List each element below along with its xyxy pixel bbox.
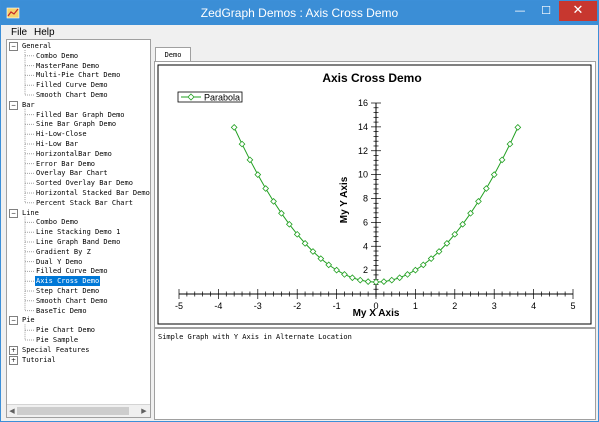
x-tick-label: 2 [452, 301, 457, 311]
tree-expander-icon[interactable]: + [9, 355, 18, 365]
x-tick-label: -4 [214, 301, 222, 311]
tree-item[interactable]: Percent Stack Bar Chart [35, 198, 134, 208]
y-tick-label: 8 [363, 194, 368, 204]
tree-item[interactable]: Line Graph Band Demo [35, 237, 121, 247]
tree-item[interactable]: HorizontalBar Demo [35, 149, 113, 159]
minimize-button[interactable]: — [507, 1, 533, 21]
tree-expander-icon[interactable]: − [9, 208, 18, 218]
y-tick-label: 16 [358, 98, 368, 108]
tree-category[interactable]: Line [21, 208, 40, 218]
y-tick-label: 10 [358, 170, 368, 180]
x-tick-label: 1 [413, 301, 418, 311]
tree-item[interactable]: Pie Chart Demo [35, 325, 96, 335]
tree-item[interactable]: MasterPane Demo [35, 61, 100, 71]
tree-item[interactable]: Gradient By Z [35, 247, 92, 257]
description-panel: Simple Graph with Y Axis in Alternate Lo… [154, 328, 596, 420]
tree-item[interactable]: Error Bar Demo [35, 159, 96, 169]
tree-item[interactable]: Overlay Bar Chart [35, 168, 109, 178]
tree-category[interactable]: Pie [21, 315, 36, 325]
tree-category[interactable]: Special Features [21, 345, 90, 355]
y-tick-label: 12 [358, 146, 368, 156]
tree-horizontal-scrollbar[interactable]: ◀ ▶ [7, 404, 150, 417]
tree-expander-icon[interactable]: − [9, 100, 18, 110]
tree-category[interactable]: Tutorial [21, 355, 57, 365]
tree-item[interactable]: Smooth Chart Demo [35, 296, 109, 306]
demo-tree[interactable]: ◀ ▶ − General Combo Demo MasterPane Demo Mul… [6, 39, 151, 418]
chart-border [157, 64, 592, 325]
x-axis-label: My X Axis [353, 308, 400, 319]
tree-item[interactable]: Sorted Overlay Bar Demo [35, 178, 134, 188]
x-tick-label: -3 [254, 301, 262, 311]
menu-help[interactable]: Help [34, 25, 55, 40]
y-tick-label: 2 [363, 265, 368, 275]
tree-item[interactable]: Pie Sample [35, 335, 79, 345]
tree-item[interactable]: Hi-Low Bar [35, 139, 79, 149]
x-tick-label: -5 [175, 301, 183, 311]
y-axis-label: My Y Axis [339, 176, 350, 223]
tree-item[interactable]: BaseTic Demo [35, 306, 88, 316]
legend: Parabola [177, 91, 243, 103]
tree-category[interactable]: General [21, 41, 53, 51]
x-tick-label: 3 [492, 301, 497, 311]
menu-bar: File Help [1, 25, 598, 40]
tree-item[interactable]: Multi-Pie Chart Demo [35, 70, 121, 80]
scroll-right-icon[interactable]: ▶ [139, 405, 149, 417]
tab-demo[interactable]: Demo [155, 47, 191, 62]
tree-item[interactable]: Filled Bar Graph Demo [35, 110, 126, 120]
tree-item[interactable]: Sine Bar Graph Demo [35, 119, 117, 129]
tree-item[interactable]: Filled Curve Demo [35, 80, 109, 90]
description-text: Simple Graph with Y Axis in Alternate Lo… [158, 333, 352, 341]
axis-cross-chart: Axis Cross Demo Parabola -5 -4 -3 -2 -1 0 1 2 3 4… [157, 64, 592, 325]
tree-item[interactable]: Axis Cross Demo [35, 276, 101, 287]
y-tick-label: 14 [358, 122, 368, 132]
scroll-left-icon[interactable]: ◀ [7, 405, 17, 417]
app-window: ZedGraph Demos : Axis Cross Demo — ☐ ✕ F… [0, 0, 599, 422]
close-button[interactable]: ✕ [559, 1, 597, 21]
chart-panel: Axis Cross Demo Parabola -5 -4 -3 -2 -1 0 1 2 3 4… [154, 61, 596, 328]
tree-item[interactable]: Line Stacking Demo 1 [35, 227, 121, 237]
menu-file[interactable]: File [11, 25, 27, 40]
tree-item[interactable]: Smooth Chart Demo [35, 90, 109, 100]
x-tick-label: -2 [293, 301, 301, 311]
tree-item[interactable]: Horizontal Stacked Bar Demo [35, 188, 150, 198]
tree-item[interactable]: Hi-Low-Close [35, 129, 88, 139]
legend-label: Parabola [204, 93, 240, 103]
maximize-button[interactable]: ☐ [533, 1, 559, 21]
x-tick-label: 4 [531, 301, 536, 311]
tree-item[interactable]: Step Chart Demo [35, 286, 100, 296]
y-tick-label: 6 [363, 217, 368, 227]
y-tick-label: 4 [363, 241, 368, 251]
tree-item[interactable]: Dual Y Demo [35, 257, 83, 267]
tree-item[interactable]: Combo Demo [35, 217, 79, 227]
x-tick-label: 5 [570, 301, 575, 311]
title-bar[interactable]: ZedGraph Demos : Axis Cross Demo — ☐ ✕ [1, 1, 598, 25]
tree-item[interactable]: Filled Curve Demo [35, 266, 109, 276]
tree-expander-icon[interactable]: − [9, 42, 18, 51]
scrollbar-thumb[interactable] [17, 407, 129, 415]
tree-category[interactable]: Bar [21, 100, 36, 110]
tree-expander-icon[interactable]: − [9, 316, 18, 326]
tree-item[interactable]: Combo Demo [35, 51, 79, 61]
tree-expander-icon[interactable]: + [9, 345, 18, 355]
x-tick-label: -1 [333, 301, 341, 311]
chart-title: Axis Cross Demo [322, 71, 421, 85]
